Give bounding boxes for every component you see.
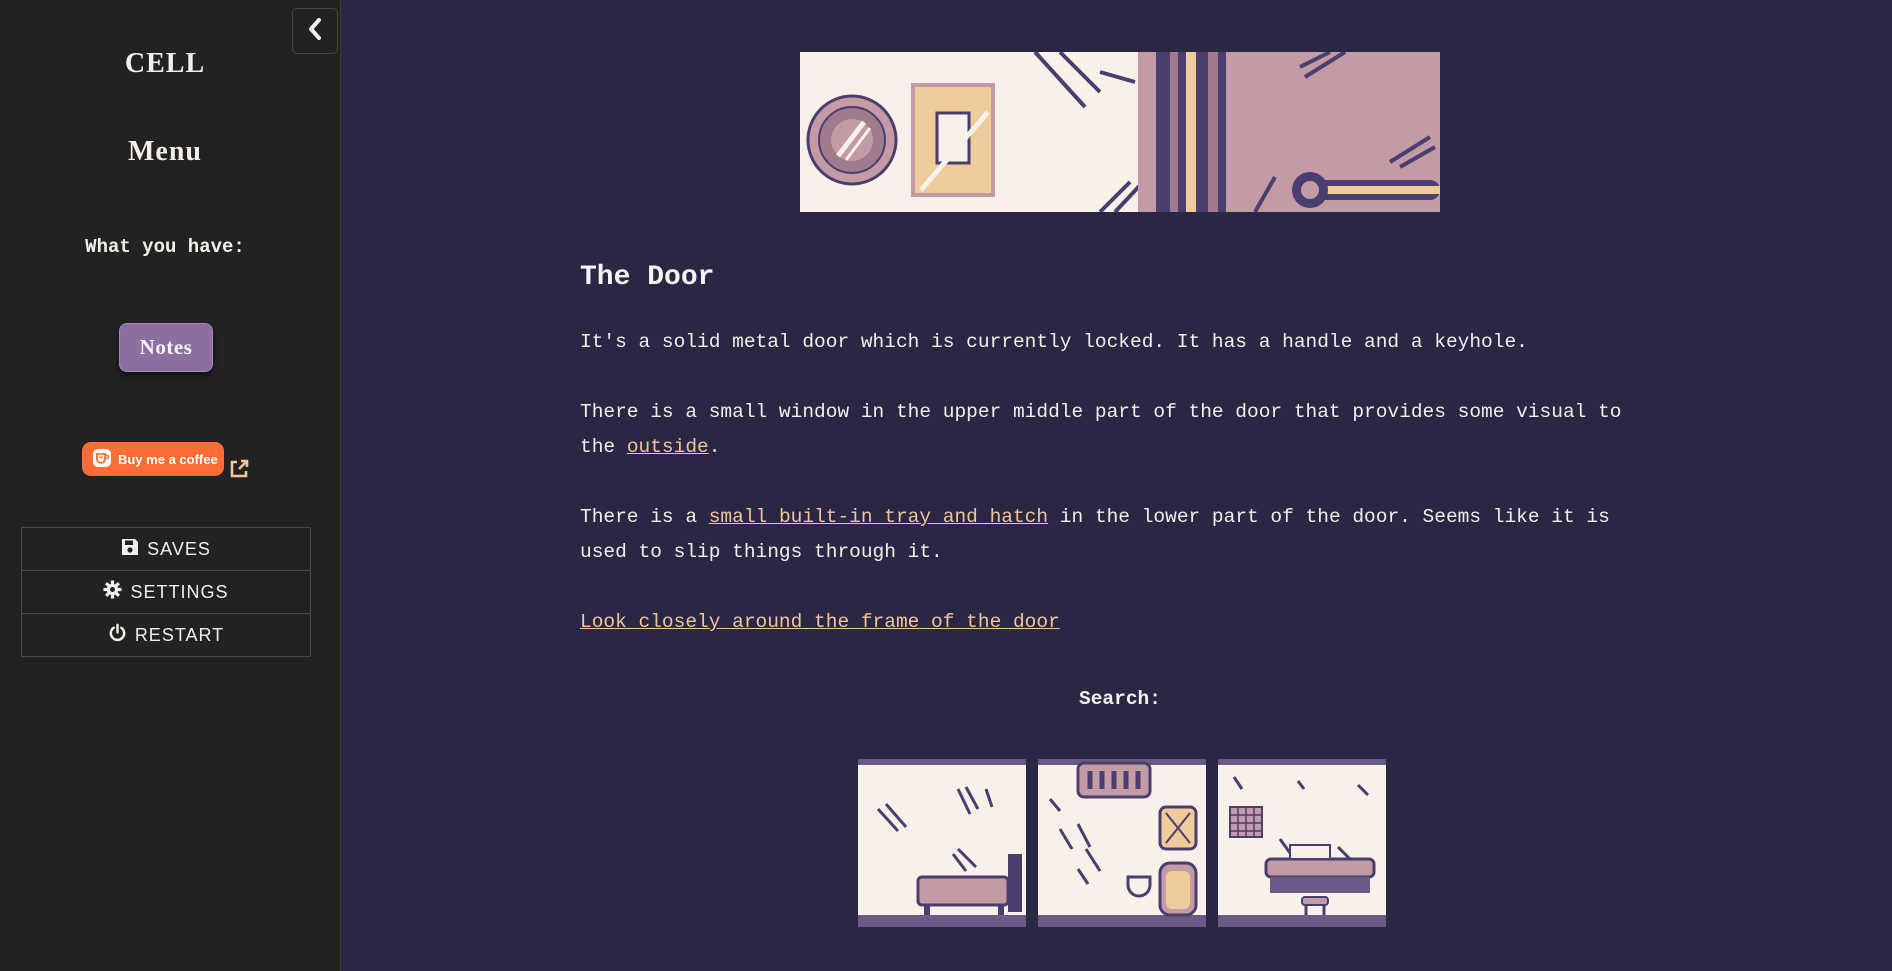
game-title: CELL — [124, 48, 206, 79]
restart-label: RESTART — [134, 624, 225, 645]
door-banner-image — [800, 52, 1440, 212]
saves-label: SAVES — [147, 538, 211, 559]
external-link-icon[interactable] — [228, 458, 250, 485]
outside-link[interactable]: outside — [627, 436, 709, 458]
power-icon — [108, 623, 127, 647]
buy-me-a-coffee-button[interactable]: Buy me a coffee — [82, 442, 224, 476]
sidebar-menu: SAVES SETTINGS RESTART — [21, 527, 311, 657]
tray-and-hatch-link[interactable]: small built-in tray and hatch — [709, 506, 1048, 528]
paragraph-frame: Look closely around the frame of the doo… — [580, 605, 1660, 640]
notes-button[interactable]: Notes — [119, 323, 213, 372]
buy-me-a-coffee-label: Buy me a coffee — [118, 451, 218, 467]
paragraph-window-text: There is a small window in the upper mid… — [580, 401, 1622, 458]
settings-label: SETTINGS — [130, 581, 229, 602]
restart-button[interactable]: RESTART — [22, 614, 310, 656]
saves-button[interactable]: SAVES — [22, 528, 310, 571]
coffee-cup-icon — [92, 448, 112, 471]
search-thumbnail-desk[interactable] — [1218, 759, 1386, 927]
paragraph-window: There is a small window in the upper mid… — [580, 395, 1660, 465]
settings-button[interactable]: SETTINGS — [22, 571, 310, 614]
floppy-disk-icon — [121, 538, 139, 561]
look-around-frame-link[interactable]: Look closely around the frame of the doo… — [580, 611, 1060, 633]
search-thumbnail-toilet[interactable] — [1038, 759, 1206, 927]
search-label: Search: — [1079, 688, 1161, 710]
paragraph-door-description: It's a solid metal door which is current… — [580, 331, 1528, 353]
paragraph-window-end: . — [708, 436, 721, 458]
gear-icon — [103, 580, 123, 604]
paragraph-hatch-text: There is a — [580, 506, 709, 528]
search-thumbnail-bed[interactable] — [858, 759, 1026, 927]
chevron-left-icon — [306, 17, 324, 46]
paragraph-hatch: There is a small built-in tray and hatch… — [580, 500, 1660, 570]
passage: The Door It's a solid metal door which i… — [580, 262, 1660, 675]
menu-title: Menu — [128, 136, 202, 167]
inventory-heading: What you have: — [85, 236, 245, 258]
collapse-sidebar-button[interactable] — [292, 8, 338, 54]
sidebar: CELL Menu What you have: Notes Buy me a … — [0, 0, 341, 971]
passage-title: The Door — [580, 262, 715, 293]
